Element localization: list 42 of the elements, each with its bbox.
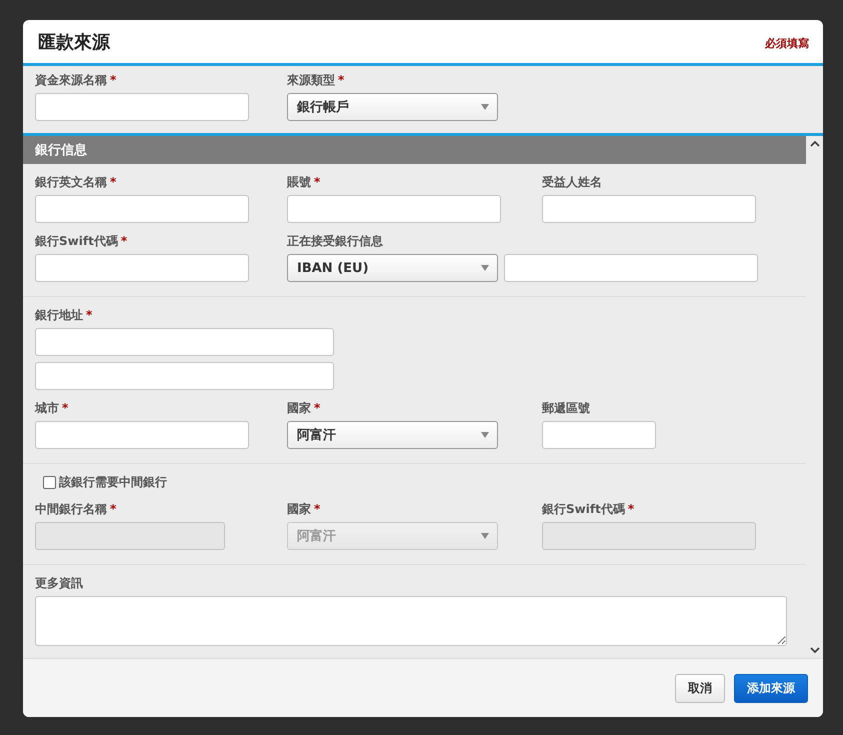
select-field[interactable]: IBAN (EU) (287, 254, 498, 282)
caret-icon (481, 533, 489, 539)
field-label: 銀行Swift代碼 * (542, 501, 636, 518)
text-field[interactable] (542, 195, 756, 223)
text-field[interactable] (35, 195, 249, 223)
caret-icon (481, 432, 489, 438)
field-label: 國家 * (287, 501, 322, 518)
select-field[interactable]: 阿富汗 (287, 421, 498, 449)
field-label: 城市 * (35, 400, 70, 417)
field-label: 國家 * (287, 400, 322, 417)
checkbox[interactable]: 該銀行需要中間銀行 (35, 474, 794, 491)
text-field[interactable] (542, 421, 656, 449)
scroll-up-icon[interactable] (810, 140, 820, 147)
section-header: 銀行信息 (23, 136, 806, 164)
field-label: 更多資訊 (35, 575, 84, 592)
field-label: 中間銀行名稱 * (35, 501, 118, 518)
cancel-button[interactable]: 取消 (675, 674, 725, 702)
text-area[interactable] (35, 596, 787, 646)
caret-icon (481, 104, 489, 110)
field-label: 銀行地址 * (35, 307, 94, 324)
field-label: 賬號 * (287, 174, 322, 191)
field-label: 郵遞區號 (542, 400, 591, 417)
field-label: 銀行Swift代碼 * (35, 233, 128, 250)
text-field[interactable] (35, 254, 249, 282)
text-field[interactable] (504, 254, 758, 282)
add-button[interactable]: 添加來源 (734, 674, 808, 702)
scroll-down-icon[interactable] (810, 647, 820, 654)
field-label: 受益人姓名 (542, 174, 603, 191)
field-label: 正在接受銀行信息 (287, 233, 384, 250)
dialog-title: 匯款來源 (38, 30, 110, 54)
required-note: 必須填寫 (765, 36, 809, 51)
text-field[interactable] (35, 421, 249, 449)
text-field[interactable] (35, 328, 334, 356)
checkbox-box[interactable] (43, 476, 56, 489)
text-field[interactable] (35, 362, 334, 390)
select-field[interactable]: 銀行帳戶 (287, 93, 498, 121)
field-label: 來源類型 * (287, 72, 346, 89)
text-field[interactable] (287, 195, 501, 223)
text-field[interactable] (35, 93, 249, 121)
caret-icon (481, 265, 489, 271)
field-label: 資金來源名稱 * (35, 72, 118, 89)
field-label: 銀行英文名稱 * (35, 174, 118, 191)
